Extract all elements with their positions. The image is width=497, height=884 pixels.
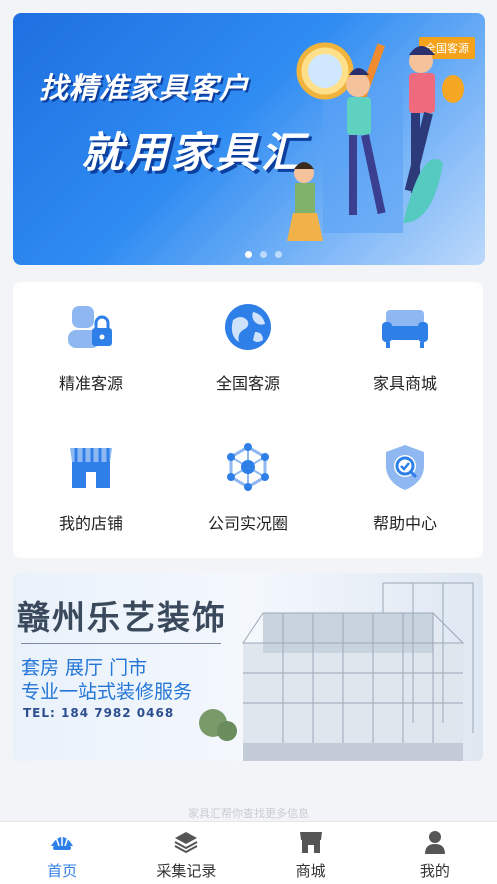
banner-pagination: [245, 251, 282, 258]
sofa-icon: [380, 302, 430, 352]
tab-mall[interactable]: 商城: [249, 822, 373, 884]
menu-item-label: 家具商城: [372, 374, 437, 393]
tab-collection-records[interactable]: 采集记录: [124, 822, 248, 884]
menu-item-help-center[interactable]: 帮助中心: [327, 422, 483, 542]
menu-item-my-shop[interactable]: 我的店铺: [13, 422, 169, 542]
tab-label: 商城: [295, 862, 326, 880]
ad-tagline: 专业一站式装修服务: [21, 681, 193, 703]
pagination-dot[interactable]: [260, 251, 267, 258]
shop-icon: [66, 442, 116, 492]
tab-label: 首页: [47, 862, 78, 880]
bottom-tabbar: 首页 采集记录 商城 我的: [0, 821, 497, 884]
ad-banner[interactable]: 赣州乐艺装饰 套房 展厅 门市 专业一站式装修服务 TEL: 184 7982 …: [13, 573, 483, 761]
ad-phone: TEL: 184 7982 0468: [23, 706, 175, 720]
tab-profile[interactable]: 我的: [373, 822, 497, 884]
globe-icon: [223, 302, 273, 352]
menu-item-national-customers[interactable]: 全国客源: [170, 282, 326, 402]
banner-slogan-line1: 找精准家具客户: [39, 71, 250, 105]
footer-note: 家具汇帮你查找更多信息: [188, 807, 309, 820]
person-lock-icon: [66, 302, 116, 352]
menu-item-label: 全国客源: [215, 374, 280, 393]
pagination-dot[interactable]: [275, 251, 282, 258]
menu-item-label: 帮助中心: [372, 514, 437, 533]
shield-check-icon: [380, 442, 430, 492]
function-menu-card: 精准客源 全国客源 家具商城 我的店铺 公司实况圈 帮助中心: [13, 282, 483, 558]
ad-divider: [21, 643, 221, 644]
ad-services: 套房 展厅 门市: [21, 657, 148, 679]
store-icon: [298, 830, 324, 854]
pagination-dot[interactable]: [245, 251, 252, 258]
menu-item-precise-customers[interactable]: 精准客源: [13, 282, 169, 402]
promo-banner[interactable]: 找精准家具客户 就用家具汇 全国客源: [13, 13, 485, 265]
banner-illustration: [287, 42, 464, 241]
menu-item-company-moments[interactable]: 公司实况圈: [170, 422, 326, 542]
building-illustration: [199, 582, 474, 761]
ad-title: 赣州乐艺装饰: [17, 598, 227, 637]
menu-item-label: 我的店铺: [58, 514, 123, 533]
menu-item-label: 公司实况圈: [207, 514, 288, 533]
tab-label: 采集记录: [156, 862, 217, 880]
user-icon: [422, 830, 448, 854]
tab-home[interactable]: 首页: [0, 822, 124, 884]
network-hexagon-icon: [223, 442, 273, 492]
layers-icon: [173, 830, 199, 854]
home-shell-icon: [49, 830, 75, 854]
menu-item-label: 精准客源: [58, 374, 123, 393]
menu-item-furniture-mall[interactable]: 家具商城: [327, 282, 483, 402]
tab-label: 我的: [419, 862, 450, 880]
